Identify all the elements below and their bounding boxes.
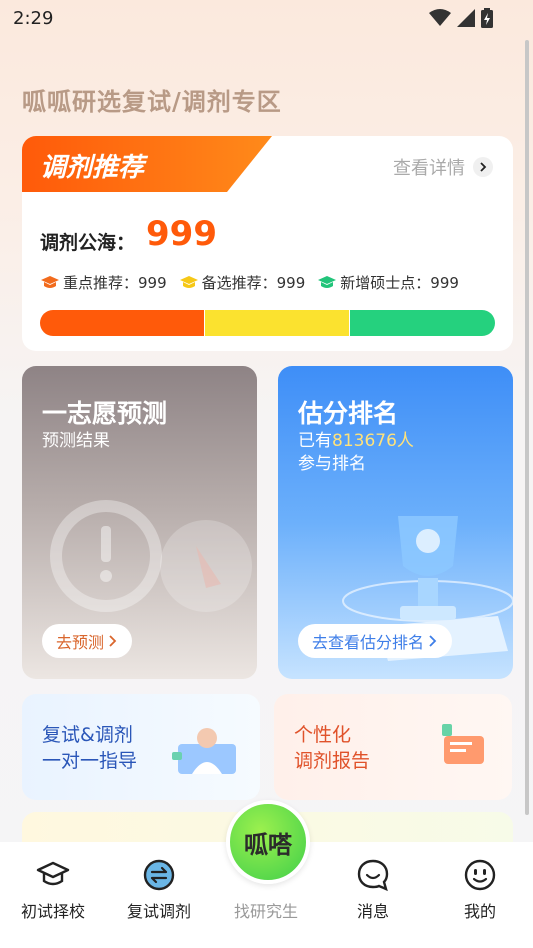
report-illustration-icon xyxy=(442,724,484,764)
battery-icon xyxy=(481,8,493,28)
guide-text: 复试&调剂 一对一指导 xyxy=(42,722,137,774)
go-predict-button[interactable]: 去预测 xyxy=(42,624,133,658)
progress-segment xyxy=(203,310,350,336)
report-line2: 调剂报告 xyxy=(294,750,371,772)
report-line1: 个性化 xyxy=(294,724,352,746)
go-predict-label: 去预测 xyxy=(56,633,105,652)
participants-line2: 参与排名 xyxy=(298,454,366,474)
participants-suffix: 人 xyxy=(396,431,414,451)
signal-icon xyxy=(457,9,475,27)
personal-report-card[interactable]: 个性化 调剂报告 xyxy=(274,694,512,800)
chevron-right-icon xyxy=(429,635,437,647)
participants-prefix: 已有 xyxy=(298,431,332,451)
scrollbar[interactable] xyxy=(525,40,529,815)
tab-label: 复试调剂 xyxy=(126,902,191,921)
pool-value: 999 xyxy=(146,214,217,254)
guide-line1: 复试&调剂 xyxy=(42,724,133,746)
status-icons xyxy=(429,7,493,29)
page-title: 呱呱研选复试/调剂专区 xyxy=(22,87,282,116)
view-details-label: 查看详情 xyxy=(393,158,465,179)
score-ranking-card[interactable]: 估分排名 已有813676人 参与排名 去查看估分排名 xyxy=(278,366,513,679)
status-bar: 2:29 xyxy=(0,0,533,38)
stat-label: 新增硕士点：999 xyxy=(340,274,459,292)
stat-new-masters: 新增硕士点：999 xyxy=(317,272,459,293)
progress-segment xyxy=(349,310,495,336)
one-on-one-guide-card[interactable]: 复试&调剂 一对一指导 xyxy=(22,694,260,800)
face-icon xyxy=(461,856,499,894)
tab-label: 初试择校 xyxy=(20,902,85,921)
stat-label: 重点推荐：999 xyxy=(63,274,167,292)
guada-center-button[interactable]: 呱嗒 xyxy=(226,800,310,884)
chat-bubble-icon xyxy=(354,856,392,894)
chevron-right-icon xyxy=(109,635,117,647)
first-choice-subtitle: 预测结果 xyxy=(42,431,110,451)
graduation-cap-icon xyxy=(318,275,337,288)
adjustment-recommend-card[interactable]: 调剂推荐 查看详情 调剂公海： 999 重点推荐：999 备选推荐：999 新增… xyxy=(22,136,513,351)
stat-label: 备选推荐：999 xyxy=(201,274,306,292)
graduation-cap-icon xyxy=(34,856,72,894)
tab-label: 找研究生 xyxy=(233,902,298,921)
recommend-progress-bar xyxy=(40,310,495,336)
guide-line2: 一对一指导 xyxy=(42,750,138,772)
view-ranking-button[interactable]: 去查看估分排名 xyxy=(298,624,453,658)
swap-circle-icon xyxy=(140,856,178,894)
clock-illustration-icon xyxy=(50,500,252,612)
tutor-illustration-icon xyxy=(172,728,236,774)
tab-mine[interactable]: 我的 xyxy=(427,842,533,948)
chevron-right-icon xyxy=(473,157,493,177)
stat-backup-recommend: 备选推荐：999 xyxy=(179,272,306,293)
stat-key-recommend: 重点推荐：999 xyxy=(40,272,167,293)
progress-segment xyxy=(40,310,204,336)
tab-first-exam-school[interactable]: 初试择校 xyxy=(0,842,106,948)
first-choice-title: 一志愿预测 xyxy=(42,399,168,428)
graduation-cap-icon xyxy=(179,275,198,288)
tab-messages[interactable]: 消息 xyxy=(320,842,426,948)
view-ranking-label: 去查看估分排名 xyxy=(312,633,425,652)
stats-row: 重点推荐：999 备选推荐：999 新增硕士点：999 xyxy=(40,272,459,293)
score-ranking-subtitle: 已有813676人 参与排名 xyxy=(298,430,414,476)
wifi-icon xyxy=(429,9,451,26)
tab-label: 消息 xyxy=(356,902,389,921)
view-details-link[interactable]: 查看详情 xyxy=(393,154,493,180)
graduation-cap-icon xyxy=(41,275,59,288)
report-text: 个性化 调剂报告 xyxy=(294,722,370,774)
pool-label: 调剂公海： xyxy=(40,232,136,254)
score-ranking-title: 估分排名 xyxy=(298,399,399,428)
tab-label: 我的 xyxy=(463,902,496,921)
recommend-tab-label: 调剂推荐 xyxy=(40,153,145,183)
participants-count: 813676 xyxy=(332,431,397,451)
tab-retest-adjust[interactable]: 复试调剂 xyxy=(106,842,212,948)
first-choice-predict-card[interactable]: 一志愿预测 预测结果 去预测 xyxy=(22,366,257,679)
status-time: 2:29 xyxy=(13,8,54,29)
